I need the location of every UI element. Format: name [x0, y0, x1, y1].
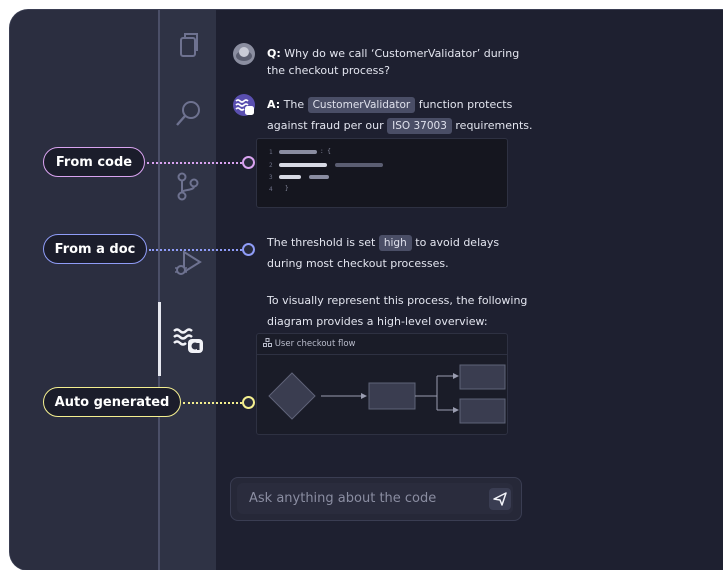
from-code-callout: From code — [43, 147, 145, 177]
diagram-intro-line2: diagram provides a high-level overview: — [267, 315, 488, 328]
answer-text: requirements. — [455, 119, 533, 132]
chat-input-container — [230, 477, 522, 521]
result-node — [459, 398, 506, 424]
iso-tag: ISO 37003 — [387, 118, 452, 134]
code-token — [279, 163, 327, 167]
code-token — [279, 175, 301, 179]
from-code-marker — [242, 156, 255, 169]
line-number: 1 — [269, 149, 273, 156]
diagram-canvas — [257, 354, 507, 435]
process-node — [368, 382, 416, 410]
send-button[interactable] — [489, 488, 511, 510]
diagram-intro: To visually represent this process, the … — [267, 290, 527, 332]
activity-bar — [158, 10, 216, 570]
threshold-text: during most checkout processes. — [267, 257, 449, 270]
line-number: 3 — [269, 174, 273, 181]
line-number: 4 — [269, 186, 273, 193]
code-snippet: 1 2 3 4 : { } — [256, 138, 508, 208]
assistant-avatar — [233, 94, 255, 116]
flow-diagram: User checkout flow — [256, 333, 508, 435]
threshold-text: The threshold is set — [267, 236, 376, 249]
threshold-text: to avoid delays — [415, 236, 500, 249]
from-doc-connector — [149, 249, 242, 251]
threshold-message: The threshold is set high to avoid delay… — [267, 232, 499, 274]
decision-node — [268, 372, 316, 420]
answer-text: The — [283, 98, 305, 111]
code-token: } — [285, 185, 289, 192]
question-prefix: Q: — [267, 47, 281, 60]
flow-arrow — [321, 393, 367, 399]
diagram-title: User checkout flow — [274, 339, 356, 349]
function-tag: CustomerValidator — [307, 97, 416, 113]
question-text-line2: the checkout process? — [267, 64, 390, 77]
diagram-header: User checkout flow — [263, 338, 356, 349]
code-token — [335, 163, 383, 167]
source-control-icon[interactable] — [172, 170, 204, 202]
diagram-icon — [263, 338, 275, 349]
line-number: 2 — [269, 162, 273, 169]
auto-generated-callout: Auto generated — [43, 387, 181, 417]
answer-text: function protects — [418, 98, 513, 111]
left-pane — [10, 10, 158, 570]
from-doc-marker — [242, 243, 255, 256]
user-avatar — [233, 43, 255, 65]
code-token — [279, 150, 317, 154]
assistant-icon[interactable] — [172, 323, 204, 355]
branch-connector — [415, 373, 459, 413]
threshold-tag: high — [378, 235, 412, 251]
result-node — [459, 364, 506, 390]
from-code-connector — [147, 162, 242, 164]
answer-message: A: The CustomerValidator function protec… — [267, 94, 533, 136]
search-icon[interactable] — [172, 98, 204, 130]
auto-generated-connector — [183, 402, 242, 404]
answer-text: against fraud per our — [267, 119, 384, 132]
auto-generated-marker — [242, 396, 255, 409]
question-message: Q: Why do we call ‘CustomerValidator’ du… — [267, 45, 519, 79]
from-doc-callout: From a doc — [43, 234, 147, 264]
send-icon — [493, 492, 507, 506]
code-token — [309, 175, 329, 179]
chat-input[interactable] — [237, 483, 513, 514]
answer-prefix: A: — [267, 98, 281, 111]
question-text-line1: Why do we call ‘CustomerValidator’ durin… — [284, 47, 520, 60]
diagram-intro-line1: To visually represent this process, the … — [267, 294, 528, 307]
code-token: : { — [320, 148, 331, 155]
active-indicator — [158, 302, 161, 376]
files-icon[interactable] — [172, 30, 204, 62]
